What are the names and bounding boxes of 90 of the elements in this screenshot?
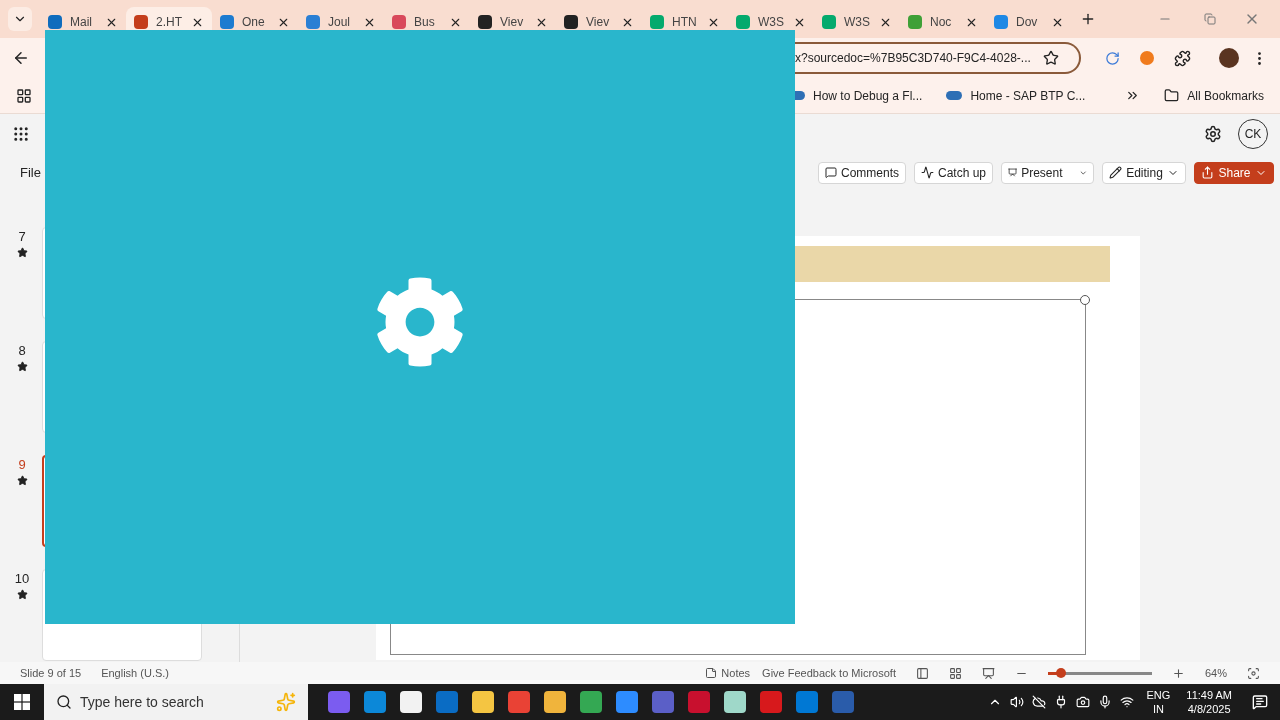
cloud-icon[interactable]: [1032, 695, 1047, 709]
taskbar-app-icon[interactable]: [364, 691, 386, 713]
tab-list-button[interactable]: [8, 7, 32, 31]
slide-counter: Slide 9 of 15: [20, 665, 82, 681]
sorter-view-icon[interactable]: [948, 666, 962, 680]
normal-view-icon[interactable]: [915, 666, 929, 680]
zoom-level: 64%: [1204, 665, 1227, 681]
button-icon: [1008, 166, 1018, 179]
language-label[interactable]: English (U.S.): [101, 664, 169, 682]
slide-number: 9: [18, 456, 26, 474]
tab-title: Viev: [586, 14, 611, 31]
back-icon[interactable]: [12, 49, 30, 67]
gear-icon: [374, 276, 466, 368]
slideshow-icon[interactable]: [981, 666, 995, 680]
tab-title: Noc: [930, 14, 953, 31]
folder-icon: [1164, 88, 1180, 103]
search-icon: [56, 694, 72, 710]
volume-icon[interactable]: [1010, 695, 1025, 709]
wifi-icon[interactable]: [1120, 695, 1135, 709]
camera-icon[interactable]: [1076, 695, 1091, 709]
taskbar-app-icon[interactable]: [508, 691, 530, 713]
app-launcher-icon[interactable]: [12, 125, 30, 143]
taskbar-app-icon[interactable]: [580, 691, 602, 713]
slide-number: 10: [14, 570, 30, 588]
tab-title: Viev: [500, 14, 525, 31]
tab-title: HTN: [672, 14, 698, 31]
animation-star-icon: [16, 360, 28, 372]
notifications-icon[interactable]: [1252, 694, 1268, 710]
bookmark-link[interactable]: Home - SAP BTP C...: [946, 86, 1086, 105]
bookmark-favicon-icon: [946, 91, 963, 100]
browser-tab[interactable]: Dov: [986, 7, 1072, 37]
taskbar-app-icon[interactable]: [436, 691, 458, 713]
button-icon: [1201, 166, 1215, 179]
settings-icon[interactable]: [1204, 125, 1222, 143]
tab-title: 2.HT: [156, 14, 183, 31]
bookmark-star-icon[interactable]: [1042, 50, 1059, 66]
resize-handle[interactable]: [1080, 295, 1090, 305]
toolbar-button[interactable]: Catch up: [914, 161, 993, 184]
taskbar-app-icon[interactable]: [616, 691, 638, 713]
slide-number: 7: [18, 228, 26, 246]
tab-title: Dov: [1016, 14, 1039, 31]
toolbar-button[interactable]: Share: [1194, 161, 1274, 184]
apps-icon[interactable]: [16, 87, 32, 104]
sparkles-icon: [276, 692, 296, 712]
windows-start-icon[interactable]: [14, 694, 30, 710]
tab-title: Joul: [328, 14, 351, 31]
fit-icon[interactable]: [1247, 666, 1260, 680]
taskbar-app-icon[interactable]: [760, 691, 782, 713]
button-icon: [921, 166, 934, 179]
input-region[interactable]: IN: [1152, 702, 1164, 716]
notes-button[interactable]: Notes: [705, 664, 751, 682]
tab-title: W3S: [758, 14, 785, 31]
taskbar-app-icon[interactable]: [400, 691, 422, 713]
animation-star-icon: [16, 474, 28, 486]
notes-icon: [705, 667, 718, 679]
microphone-icon[interactable]: [1098, 695, 1113, 709]
taskbar-app-icon[interactable]: [544, 691, 566, 713]
extensions-icon[interactable]: [1174, 49, 1191, 67]
new-tab-icon[interactable]: [1080, 11, 1096, 27]
tab-title: W3S: [844, 14, 871, 31]
slide-number: 8: [18, 342, 26, 360]
zoom-slider[interactable]: [1047, 671, 1152, 675]
profile-avatar[interactable]: [1219, 48, 1239, 68]
file-menu[interactable]: File: [20, 162, 41, 183]
browser-tab[interactable]: W3S: [814, 7, 900, 37]
taskbar-app-icon[interactable]: [724, 691, 746, 713]
toolbar-button[interactable]: Editing: [1102, 161, 1186, 184]
tab-title: Mail: [70, 14, 93, 31]
taskbar-app-icon[interactable]: [472, 691, 494, 713]
all-bookmarks-link[interactable]: All Bookmarks: [1164, 86, 1264, 105]
animation-star-icon: [16, 588, 28, 600]
tab-title: Bus: [414, 14, 436, 31]
taskbar-app-icon[interactable]: [328, 691, 350, 713]
clock-time[interactable]: 11:49 AM: [1186, 688, 1232, 702]
clock-date[interactable]: 4/8/2025: [1187, 702, 1231, 716]
button-icon: [1109, 166, 1123, 179]
zoom-in-icon[interactable]: [1171, 666, 1185, 680]
tab-title: One: [242, 14, 266, 31]
taskbar-app-icon[interactable]: [796, 691, 818, 713]
url-text: x?sourcedoc=%7B95C3D740-F9C4-4028-...: [795, 50, 1031, 67]
toolbar-button[interactable]: Present: [1001, 161, 1094, 184]
animation-star-icon: [16, 246, 28, 258]
taskbar-search-field[interactable]: Type here to search: [44, 684, 308, 720]
search-placeholder: Type here to search: [80, 692, 205, 712]
browser-tab[interactable]: Noc: [900, 7, 986, 37]
slider-thumb[interactable]: [1056, 667, 1067, 678]
toolbar-button[interactable]: Comments: [818, 161, 906, 184]
button-icon: [825, 166, 837, 179]
input-language[interactable]: ENG: [1146, 688, 1171, 702]
feedback-link[interactable]: Give Feedback to Microsoft: [762, 664, 896, 682]
